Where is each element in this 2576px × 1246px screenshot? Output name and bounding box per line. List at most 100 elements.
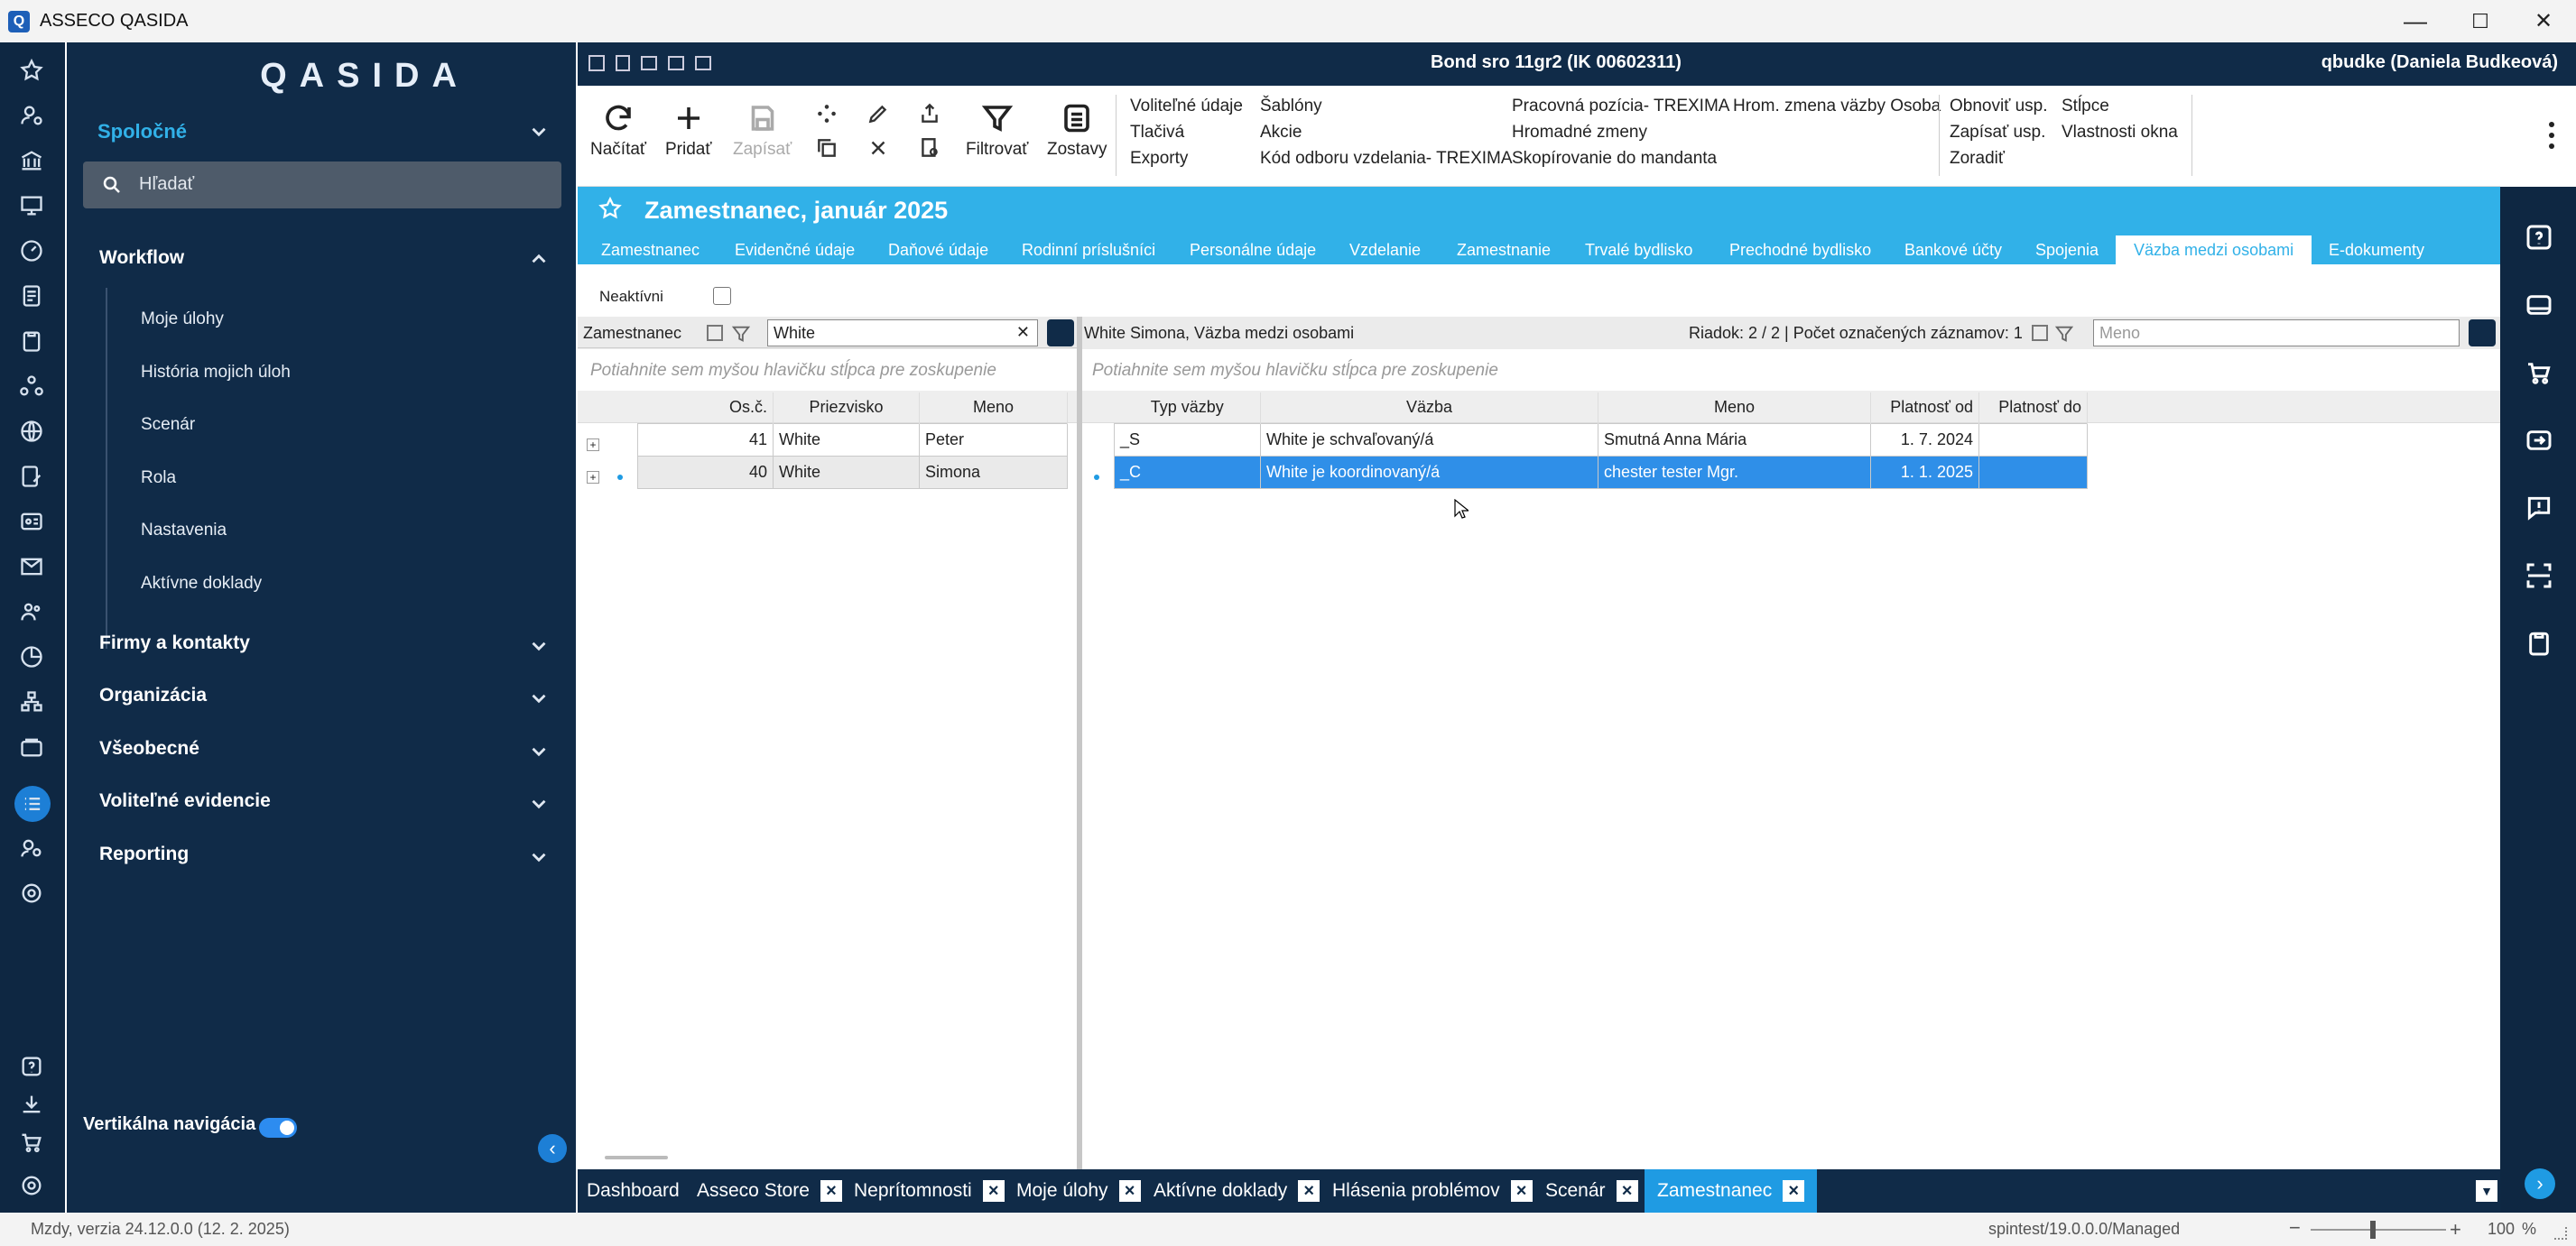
list-icon[interactable]	[14, 786, 51, 822]
filter-icon[interactable]	[731, 324, 751, 344]
col-meno[interactable]: Meno	[919, 392, 1068, 423]
table-row-selected[interactable]: 40 White Simona	[637, 455, 1068, 489]
expand-row-icon[interactable]: +	[587, 438, 599, 451]
zoom-slider[interactable]	[2311, 1229, 2446, 1231]
people-settings-icon[interactable]	[16, 833, 47, 863]
pane-splitter[interactable]	[1077, 317, 1082, 1169]
expand-row-icon[interactable]: +	[587, 471, 599, 484]
favorite-star-icon[interactable]	[598, 196, 623, 221]
tab-e-dokumenty[interactable]: E-dokumenty	[2329, 235, 2424, 264]
user-settings-icon[interactable]	[16, 100, 47, 131]
bottom-tab-asseco-store[interactable]: Asseco Store ×	[697, 1169, 842, 1213]
col-platnost-od[interactable]: Platnosť od	[1870, 392, 1979, 423]
feedback-icon[interactable]	[2525, 494, 2553, 522]
close-tab-icon[interactable]: ×	[1510, 1180, 1533, 1202]
inactive-checkbox[interactable]	[713, 287, 731, 305]
tab-zamestnanec[interactable]: Zamestnanec	[601, 235, 700, 264]
col-vazba[interactable]: Väzba	[1260, 392, 1598, 423]
cart-icon[interactable]	[2525, 358, 2553, 387]
maximize-button[interactable]: ☐	[2446, 0, 2515, 42]
tab-rodinni-prislusnici[interactable]: Rodinní príslušníci	[1022, 235, 1155, 264]
clipboard-icon[interactable]	[16, 326, 47, 356]
link-hrom-zmena-vazby[interactable]: Hrom. zmena väzby Osoba	[1733, 97, 1941, 116]
tab-zamestnanie[interactable]: Zamestnanie	[1457, 235, 1551, 264]
horizontal-scrollbar[interactable]	[605, 1156, 668, 1159]
filter-button[interactable]: Filtrovať	[966, 102, 1028, 160]
gauge-icon[interactable]	[16, 235, 47, 266]
search-input[interactable]: Hľadať	[139, 174, 194, 195]
pie-chart-icon[interactable]	[16, 641, 47, 672]
zoom-slider-thumb[interactable]	[2370, 1221, 2376, 1239]
tab-prechodne-bydlisko[interactable]: Prechodné bydlisko	[1729, 235, 1871, 264]
collapse-sidebar-button[interactable]: ‹	[538, 1134, 567, 1163]
delete-icon[interactable]	[866, 136, 890, 160]
link-pracovna-pozicia[interactable]: Pracovná pozícia- TREXIMA	[1512, 97, 1729, 116]
download-icon[interactable]	[16, 1089, 47, 1120]
add-button[interactable]: Pridať	[665, 102, 711, 160]
filter-icon[interactable]	[2054, 324, 2074, 344]
settings-gear-icon[interactable]	[16, 878, 47, 909]
section-organizacia[interactable]: Organizácia	[99, 685, 207, 706]
resize-grip-icon[interactable]	[2554, 1227, 2567, 1240]
favorites-star-icon[interactable]	[16, 55, 47, 86]
sidebar-item-moje-ulohy[interactable]: Moje úlohy	[141, 309, 224, 329]
column-chooser-icon[interactable]	[707, 325, 723, 341]
col-priezvisko[interactable]: Priezvisko	[773, 392, 920, 423]
tab-evidencne-udaje[interactable]: Evidenčné údaje	[735, 235, 855, 264]
edit-document-icon[interactable]	[16, 461, 47, 492]
tab-danove-udaje[interactable]: Daňové údaje	[888, 235, 988, 264]
close-tab-icon[interactable]: ×	[1298, 1180, 1320, 1202]
sidebar-search[interactable]: Hľadať	[83, 162, 561, 208]
close-tab-icon[interactable]: ×	[1118, 1180, 1141, 1202]
col-osc[interactable]: Os.č.	[637, 392, 774, 423]
users-icon[interactable]	[16, 596, 47, 627]
panel-icon[interactable]	[2525, 291, 2553, 319]
chevron-down-icon[interactable]	[527, 740, 551, 763]
col-typ-vazby[interactable]: Typ väzby	[1114, 392, 1261, 423]
chevron-down-icon[interactable]	[527, 687, 551, 710]
cart-icon[interactable]	[16, 1127, 47, 1158]
tab-trvale-bydlisko[interactable]: Trvalé bydlisko	[1585, 235, 1692, 264]
tab-spojenia[interactable]: Spojenia	[2035, 235, 2099, 264]
zoom-out-icon[interactable]: −	[2289, 1218, 2301, 1238]
bottom-tab-dashboard[interactable]: Dashboard	[587, 1169, 680, 1213]
right-filter-input[interactable]: Meno	[2093, 319, 2460, 346]
vertical-nav-toggle[interactable]	[259, 1118, 297, 1138]
minimize-button[interactable]: —	[2381, 0, 2450, 42]
presentation-icon[interactable]	[16, 190, 47, 221]
col-meno[interactable]: Meno	[1598, 392, 1871, 423]
link-obnovit-usp[interactable]: Obnoviť usp.	[1950, 97, 2048, 116]
bottom-tab-aktivne-doklady[interactable]: Aktívne doklady ×	[1154, 1169, 1320, 1213]
section-volitelne-evidencie[interactable]: Voliteľné evidencie	[99, 790, 271, 812]
column-chooser-icon[interactable]	[2032, 325, 2048, 341]
zoom-in-icon[interactable]: +	[2450, 1218, 2461, 1241]
clipboard-icon[interactable]	[2525, 629, 2553, 658]
edit-icon[interactable]	[866, 102, 890, 125]
chevron-down-icon[interactable]	[527, 792, 551, 816]
save-button[interactable]: Zapísať	[733, 102, 792, 160]
col-platnost-do[interactable]: Platnosť do	[1978, 392, 2088, 423]
reports-button[interactable]: Zostavy	[1047, 102, 1107, 160]
document-list-icon[interactable]	[16, 281, 47, 311]
tab-personalne-udaje[interactable]: Personálne údaje	[1190, 235, 1316, 264]
bottom-tab-moje-ulohy[interactable]: Moje úlohy ×	[1016, 1169, 1141, 1213]
link-kod-odboru[interactable]: Kód odboru vzdelania- TREXIMA	[1260, 149, 1513, 169]
quick-mail-icon[interactable]	[641, 56, 657, 70]
mail-icon[interactable]	[16, 551, 47, 582]
quick-icon-1[interactable]	[588, 55, 605, 71]
chevron-down-icon[interactable]	[527, 120, 551, 143]
bottom-tab-scenar[interactable]: Scenár ×	[1545, 1169, 1638, 1213]
more-options-icon[interactable]	[2549, 122, 2554, 149]
close-tab-icon[interactable]: ×	[982, 1180, 1005, 1202]
link-zapisat-usp[interactable]: Zapísať usp.	[1950, 123, 2045, 143]
link-stlpce[interactable]: Stĺpce	[2062, 97, 2109, 116]
close-tab-icon[interactable]: ×	[1783, 1180, 1805, 1202]
sidebar-item-historia[interactable]: História mojich úloh	[141, 363, 291, 383]
help-question-icon[interactable]	[2525, 223, 2553, 252]
quick-document-icon[interactable]	[616, 55, 630, 71]
document-search-icon[interactable]	[918, 136, 941, 160]
link-hromadne-zmeny[interactable]: Hromadné zmeny	[1512, 123, 1647, 143]
quick-print-preview-icon[interactable]	[695, 56, 711, 70]
globe-icon[interactable]	[16, 416, 47, 447]
link-volitelne-udaje[interactable]: Voliteľné údaje	[1130, 97, 1243, 116]
